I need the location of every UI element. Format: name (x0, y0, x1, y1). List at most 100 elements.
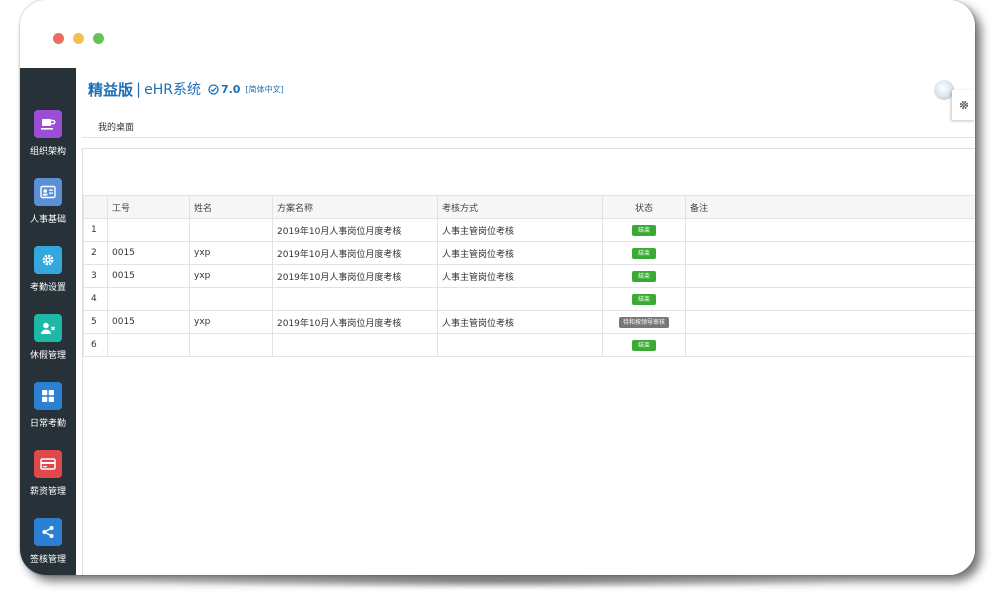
cell-row-number: 1 (83, 218, 108, 242)
sidebar-item-org[interactable]: 组织架构 (20, 110, 76, 170)
cell-plan-name: 2019年10月人事岗位月度考核 (272, 310, 438, 334)
cell-status: 结束 (602, 264, 686, 288)
cell-assessment-method: 人事主管岗位考核 (437, 310, 603, 334)
gear-icon (34, 246, 62, 274)
table-row[interactable]: 3 0015 yxp 2019年10月人事岗位月度考核 人事主管岗位考核 结束 (83, 264, 975, 288)
close-window-button[interactable] (53, 33, 64, 44)
cell-employee-name: yxp (189, 310, 273, 334)
version-number: 7.0 (220, 82, 241, 96)
column-header-id[interactable]: 工号 (107, 195, 190, 219)
cell-remark (685, 241, 975, 265)
brand-separator: | (136, 80, 142, 98)
cell-assessment-method (437, 333, 603, 357)
share-icon (34, 518, 62, 546)
cell-employee-id: 0015 (107, 310, 190, 334)
settings-button[interactable] (952, 90, 975, 120)
app-brand: 精益版 | eHR系统 7.0 [简体中文] (88, 78, 284, 100)
cell-remark (685, 333, 975, 357)
table-header-row: 工号 姓名 方案名称 考核方式 状态 备注 (83, 195, 975, 219)
minimize-window-button[interactable] (73, 33, 84, 44)
id-card-icon (34, 178, 62, 206)
cell-employee-name: yxp (189, 241, 273, 265)
status-badge: 结束 (631, 339, 656, 351)
column-header-index (83, 195, 108, 219)
cell-plan-name: 2019年10月人事岗位月度考核 (272, 241, 438, 265)
sidebar-item-hr-basic[interactable]: 人事基础 (20, 178, 76, 238)
table-body: 1 2019年10月人事岗位月度考核 人事主管岗位考核 结束 2 0015 yxp 2019年… (83, 218, 975, 357)
column-header-method[interactable]: 考核方式 (437, 195, 603, 219)
cell-row-number: 2 (83, 241, 108, 265)
cell-row-number: 4 (83, 287, 108, 311)
cell-remark (685, 310, 975, 334)
table-row[interactable]: 2 0015 yxp 2019年10月人事岗位月度考核 人事主管岗位考核 结束 (83, 241, 975, 265)
table-row[interactable]: 5 0015 yxp 2019年10月人事岗位月度考核 人事主管岗位考核 待和按领导审核 (83, 310, 975, 334)
sidebar-item-label: 休假管理 (29, 351, 66, 361)
cell-employee-name: yxp (189, 264, 273, 288)
cell-assessment-method: 人事主管岗位考核 (437, 218, 603, 242)
cell-row-number: 5 (83, 310, 108, 334)
cell-employee-name (189, 218, 273, 242)
cell-remark (685, 287, 975, 311)
app-window: 组织架构 人事基础 考勤设置 休假管理 日常考勤 薪资管理 签核管理 精益版 |… (20, 0, 975, 575)
user-icon (34, 314, 62, 342)
cell-remark (685, 264, 975, 288)
sidebar-item-approval[interactable]: 签核管理 (20, 518, 76, 575)
column-header-status[interactable]: 状态 (602, 195, 686, 219)
cup-icon (34, 110, 62, 138)
cell-employee-id (107, 218, 190, 242)
grid-icon (34, 382, 62, 410)
column-header-plan[interactable]: 方案名称 (272, 195, 438, 219)
cell-assessment-method: 人事主管岗位考核 (437, 264, 603, 288)
status-badge: 结束 (631, 247, 656, 259)
cell-plan-name: 2019年10月人事岗位月度考核 (272, 218, 438, 242)
window-titlebar (20, 0, 975, 68)
status-badge: 结束 (631, 224, 656, 236)
cell-status: 结束 (602, 333, 686, 357)
panel-toolbar (83, 149, 975, 195)
version-badge: 7.0 (208, 82, 241, 96)
table-row[interactable]: 6 结束 (83, 333, 975, 357)
cell-status: 结束 (602, 287, 686, 311)
sidebar-item-label: 薪资管理 (29, 487, 66, 497)
status-badge: 待和按领导审核 (618, 316, 669, 328)
cell-assessment-method: 人事主管岗位考核 (437, 241, 603, 265)
cell-plan-name (272, 333, 438, 357)
brand-edition: 精益版 (88, 80, 134, 99)
cell-employee-name (189, 287, 273, 311)
user-avatar[interactable] (934, 80, 954, 100)
cell-plan-name (272, 287, 438, 311)
cell-employee-id: 0015 (107, 264, 190, 288)
check-circle-icon (208, 83, 219, 95)
cell-row-number: 3 (83, 264, 108, 288)
maximize-window-button[interactable] (93, 33, 104, 44)
sidebar-item-label: 考勤设置 (29, 283, 66, 293)
main-content: 精益版 | eHR系统 7.0 [简体中文] 我的桌面 工号 姓名 方案名称 考… (76, 68, 975, 575)
sidebar-item-attendance-settings[interactable]: 考勤设置 (20, 246, 76, 306)
language-switch[interactable]: [简体中文] (245, 84, 283, 95)
table-row[interactable]: 1 2019年10月人事岗位月度考核 人事主管岗位考核 结束 (83, 218, 975, 242)
gear-icon (959, 100, 968, 110)
cell-assessment-method (437, 287, 603, 311)
cell-employee-id: 0015 (107, 241, 190, 265)
content-panel: 工号 姓名 方案名称 考核方式 状态 备注 1 2019年10月人事岗位月度考核人… (82, 148, 975, 575)
screenshot-stage: 组织架构 人事基础 考勤设置 休假管理 日常考勤 薪资管理 签核管理 精益版 |… (0, 0, 1000, 600)
cell-remark (685, 218, 975, 242)
status-badge: 结束 (631, 293, 656, 305)
table-row[interactable]: 4 结束 (83, 287, 975, 311)
cell-employee-id (107, 333, 190, 357)
window-shadow (150, 573, 850, 589)
assessment-table: 工号 姓名 方案名称 考核方式 状态 备注 1 2019年10月人事岗位月度考核人… (83, 195, 975, 357)
tab-bar: 我的桌面 (76, 120, 975, 138)
cell-plan-name: 2019年10月人事岗位月度考核 (272, 264, 438, 288)
cell-status: 结束 (602, 241, 686, 265)
sidebar-item-label: 签核管理 (29, 555, 66, 565)
column-header-name[interactable]: 姓名 (189, 195, 273, 219)
column-header-remark[interactable]: 备注 (685, 195, 975, 219)
sidebar-item-payroll[interactable]: 薪资管理 (20, 450, 76, 510)
sidebar-item-daily-attendance[interactable]: 日常考勤 (20, 382, 76, 442)
cell-status: 结束 (602, 218, 686, 242)
tab-my-desktop[interactable]: 我的桌面 (98, 120, 134, 133)
sidebar-item-label: 组织架构 (29, 147, 66, 157)
cell-employee-id (107, 287, 190, 311)
sidebar-item-leave[interactable]: 休假管理 (20, 314, 76, 374)
